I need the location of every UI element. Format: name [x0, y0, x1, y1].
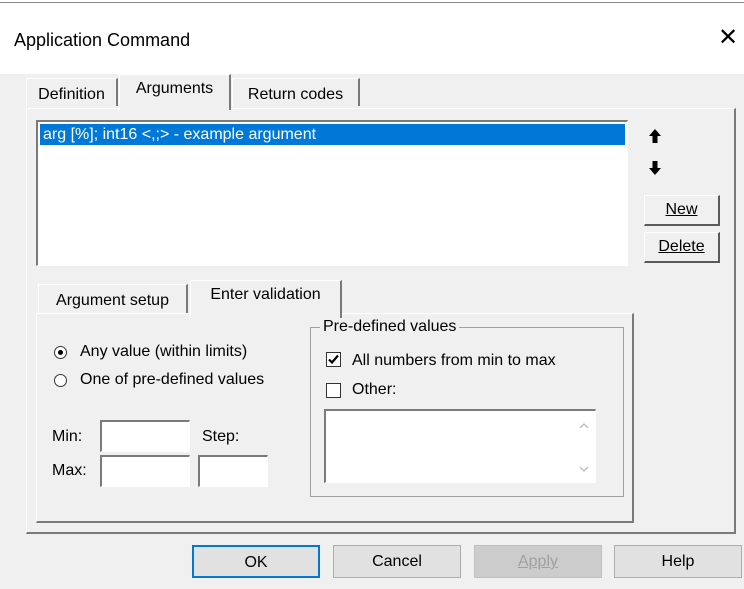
one-of-radio[interactable] [54, 374, 67, 387]
ok-button[interactable]: OK [192, 545, 320, 578]
tab-enter-validation[interactable]: Enter validation [190, 280, 342, 318]
title-bar: Application Command ✕ [0, 0, 744, 74]
cancel-button[interactable]: Cancel [333, 545, 461, 578]
one-of-label: One of pre-defined values [80, 371, 265, 388]
max-input[interactable] [100, 455, 190, 487]
tab-definition[interactable]: Definition [26, 78, 118, 106]
help-button-label: Help [661, 553, 695, 570]
min-input[interactable] [100, 420, 190, 452]
list-item[interactable]: arg [%]; int16 <,;> - example argument [40, 124, 625, 145]
step-input[interactable] [198, 455, 268, 487]
delete-button[interactable]: Delete [644, 232, 720, 263]
max-label: Max: [52, 462, 87, 479]
tab-argument-setup[interactable]: Argument setup [38, 284, 188, 314]
tab-definition-label: Definition [38, 86, 105, 103]
other-values-textarea[interactable] [324, 409, 596, 483]
tab-arguments-label: Arguments [135, 80, 214, 97]
all-numbers-checkbox[interactable] [326, 352, 341, 367]
window-top-border [0, 2, 744, 3]
scrollbar-arrows-icon [579, 422, 589, 473]
tab-enter-validation-label: Enter validation [210, 286, 321, 303]
new-button[interactable]: New [644, 195, 720, 226]
min-label: Min: [52, 428, 83, 445]
check-icon [328, 354, 339, 365]
all-numbers-label: All numbers from min to max [352, 352, 556, 369]
help-button[interactable]: Help [614, 545, 742, 578]
tab-return-codes-label: Return codes [247, 86, 344, 103]
any-value-label: Any value (within limits) [80, 343, 248, 360]
apply-button-label: Apply [517, 553, 559, 570]
other-checkbox[interactable] [326, 383, 341, 398]
vertical-scrollbar[interactable] [575, 413, 593, 481]
apply-button[interactable]: Apply [474, 545, 602, 578]
new-button-label: New [665, 201, 698, 218]
step-label: Step: [202, 428, 240, 445]
arrow-up-shape [649, 129, 661, 143]
cancel-button-label: Cancel [372, 553, 422, 570]
other-label: Other: [352, 381, 397, 398]
move-up-icon[interactable] [646, 128, 664, 146]
any-value-radio[interactable] [54, 346, 67, 359]
arguments-listbox[interactable]: arg [%]; int16 <,;> - example argument [36, 120, 628, 266]
ok-button-label: OK [244, 554, 268, 571]
tab-return-codes[interactable]: Return codes [232, 78, 360, 106]
move-down-icon[interactable] [646, 160, 664, 178]
arrow-down-shape [649, 161, 661, 175]
tab-arguments[interactable]: Arguments [119, 74, 231, 110]
predefined-group-label: Pre-defined values [320, 318, 460, 336]
close-icon[interactable]: ✕ [716, 26, 740, 50]
delete-button-label: Delete [658, 238, 705, 255]
window-title: Application Command [14, 30, 191, 50]
tab-argument-setup-label: Argument setup [56, 292, 169, 309]
